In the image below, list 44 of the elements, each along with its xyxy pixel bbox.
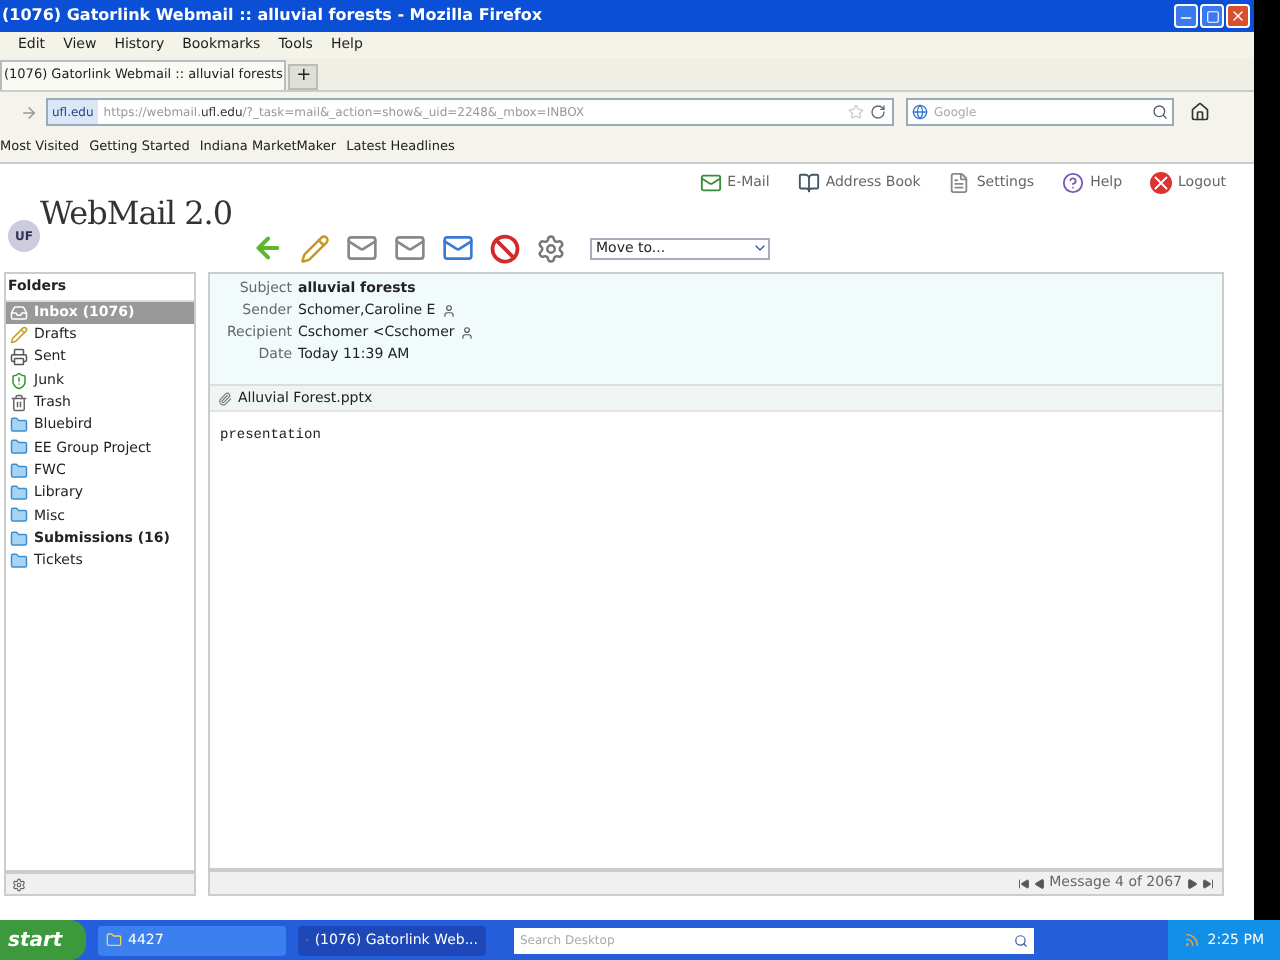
compose-icon[interactable] bbox=[300, 233, 330, 263]
folder-icon bbox=[106, 932, 122, 948]
reply-icon[interactable] bbox=[346, 232, 378, 264]
minimize-button[interactable] bbox=[1174, 4, 1198, 28]
folder-icon bbox=[10, 529, 28, 548]
last-icon[interactable] bbox=[1202, 877, 1214, 889]
close-button[interactable] bbox=[1226, 4, 1250, 28]
window-title: (1076) Gatorlink Webmail :: alluvial forests - Mozilla Firefox bbox=[2, 4, 543, 28]
logout-icon bbox=[1150, 172, 1173, 194]
chevron-down-icon bbox=[752, 240, 768, 256]
paperclip-icon bbox=[218, 391, 232, 405]
inbox-icon bbox=[10, 303, 28, 322]
next-icon[interactable] bbox=[1186, 877, 1198, 889]
folder-icon bbox=[10, 551, 28, 570]
star-icon[interactable] bbox=[848, 104, 864, 120]
book-icon bbox=[797, 172, 820, 194]
gear-icon[interactable] bbox=[12, 877, 26, 891]
maximize-icon bbox=[1205, 9, 1219, 23]
contact-icon[interactable] bbox=[441, 304, 456, 318]
folder-icon bbox=[10, 416, 28, 435]
previous-icon[interactable] bbox=[1033, 877, 1046, 889]
folder-icon bbox=[10, 506, 28, 525]
logo-text: WebMail 2.0 bbox=[40, 192, 233, 236]
first-icon[interactable] bbox=[1017, 877, 1030, 889]
home-icon[interactable] bbox=[1190, 102, 1210, 122]
new-tab-button[interactable]: + bbox=[288, 64, 319, 90]
search-icon[interactable] bbox=[1152, 104, 1168, 120]
folder-icon bbox=[10, 484, 28, 503]
pencil-icon bbox=[10, 325, 28, 344]
delete-icon[interactable] bbox=[490, 233, 520, 263]
contact-icon[interactable] bbox=[460, 326, 475, 340]
maximize-button[interactable] bbox=[1200, 4, 1224, 28]
forward-mail-icon[interactable] bbox=[442, 232, 474, 264]
start-button[interactable]: start bbox=[0, 920, 86, 960]
search-icon[interactable] bbox=[1014, 933, 1028, 947]
search-engine-icon bbox=[912, 104, 928, 120]
envelope-icon bbox=[699, 172, 722, 194]
trash-icon bbox=[10, 393, 28, 412]
folder-icon bbox=[10, 461, 28, 480]
folder-icon bbox=[10, 438, 28, 457]
reply-all-icon[interactable] bbox=[394, 232, 426, 264]
reload-icon[interactable] bbox=[870, 104, 886, 120]
help-icon bbox=[1062, 172, 1085, 194]
close-icon bbox=[1230, 8, 1246, 24]
